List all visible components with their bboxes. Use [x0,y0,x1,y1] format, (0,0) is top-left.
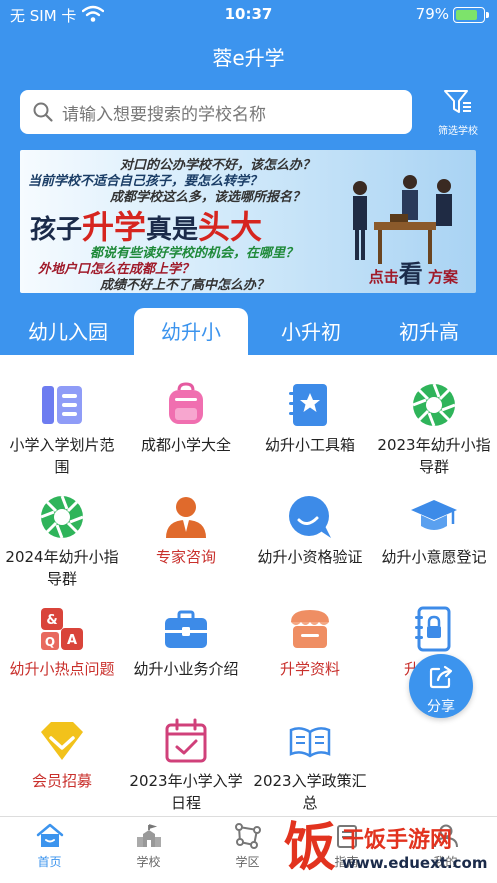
grid-item-2023-group[interactable]: 2023年幼升小指导群 [372,370,496,478]
tab-middle-entry[interactable]: 小升初 [254,308,368,356]
grid-label: 幼升小意愿登记 [381,548,487,566]
filter-button[interactable]: 筛选学校 [430,88,486,137]
open-book-icon [289,727,331,758]
filter-icon [444,90,471,113]
share-icon [429,665,453,689]
tabbar-home[interactable]: 首页 [0,823,99,870]
expert-person-icon [166,497,206,538]
grade-tabs: 幼儿入园 幼升小 小升初 初升高 [0,308,497,356]
grid-item-2024-group[interactable]: 2024年幼升小指导群 [0,482,124,590]
watermark-url: www.eduext.com [342,854,488,872]
grid-label: 2023入学政策汇总 [253,772,367,812]
filter-label: 筛选学校 [438,126,478,137]
grid-item-intent-register[interactable]: 幼升小意愿登记 [372,482,496,568]
watermark-title: 干饭手游网 [342,828,453,853]
grid-label: 幼升小工具箱 [264,436,355,454]
grid-item-hot-questions[interactable]: & Q A 幼升小热点问题 [0,594,124,680]
tabbar-label: 学区 [235,855,260,869]
home-icon [36,823,63,847]
tabbar-school[interactable]: 学校 [99,823,198,870]
calendar-check-icon [165,718,207,763]
grid-item-membership[interactable]: 会员招募 [0,706,124,792]
grid-item-policy[interactable]: 2023入学政策汇总 [248,706,372,814]
grid-label: 幼升小热点问题 [9,660,115,678]
grid-label: 小学入学划片范围 [9,436,115,476]
grid-item-toolbox[interactable]: 幼升小工具箱 [248,370,372,456]
qa-icon: & Q A [41,608,83,650]
backpack-icon [169,382,203,424]
grid-item-schedule[interactable]: 2023年小学入学日程 [124,706,248,814]
school-icon [136,824,161,847]
chat-bubble-icon [289,496,331,538]
storefront-icon [291,610,329,648]
district-icon [234,823,261,849]
grid-label: 升学资料 [279,660,340,678]
grid-item-primary-schools[interactable]: 成都小学大全 [124,370,248,456]
grid-item-business-intro[interactable]: 幼升小业务介绍 [124,594,248,680]
share-button[interactable]: 分享 [409,654,473,718]
banner-cta[interactable]: 点击看 方案 [369,254,458,289]
briefcase-icon [165,610,207,648]
share-label: 分享 [427,699,455,715]
site-watermark: 饭 干饭手游网 www.eduext.com [280,818,494,882]
graduation-cap-icon [411,500,457,530]
svg-text:A: A [67,633,77,648]
grid-label: 专家咨询 [155,548,216,566]
battery-icon [453,7,489,23]
document-list-icon [42,386,82,424]
watermark-logo: 饭 [283,818,336,878]
grid-label: 2024年幼升小指导群 [5,548,119,588]
grid-label: 2023年幼升小指导群 [377,436,491,476]
battery-percent: 79% [415,5,449,23]
tabbar-label: 学校 [136,855,161,869]
tab-primary-entry[interactable]: 幼升小 [134,308,248,356]
grid-label: 2023年小学入学日程 [129,772,243,812]
app-title: 蓉e升学 [212,46,285,70]
star-notebook-icon [289,384,327,426]
grid-item-qualification[interactable]: 幼升小资格验证 [248,482,372,568]
svg-text:&: & [46,613,57,628]
locked-book-icon [415,606,451,652]
grid-item-materials[interactable]: 升学资料 [248,594,372,680]
search-placeholder: 请输入想要搜索的学校名称 [62,104,266,125]
aperture-icon [412,383,456,427]
tabbar-label: 首页 [37,855,62,869]
search-bar[interactable]: 请输入想要搜索的学校名称 [20,90,412,134]
tab-kindergarten[interactable]: 幼儿入园 [8,308,128,356]
grid-label: 幼升小资格验证 [257,548,363,566]
search-icon [33,102,53,122]
grid-label: 幼升小业务介绍 [133,660,239,678]
grid-label: 成都小学大全 [140,436,231,454]
grid-item-district-range[interactable]: 小学入学划片范围 [0,370,124,478]
svg-text:Q: Q [45,635,55,649]
banner-line-6: 成绩不好上不了高中怎么办？ [100,278,270,293]
aperture-icon [40,495,84,539]
tab-high-entry[interactable]: 初升高 [370,308,488,356]
diamond-icon [41,722,83,760]
grid-item-expert-consult[interactable]: 专家咨询 [124,482,248,568]
promo-banner[interactable]: 对口的公办学校不好，该怎么办？ 当前学校不适合自己孩子，要怎么转学？ 成都学校这… [20,150,476,293]
grid-label: 会员招募 [31,772,92,790]
status-bar: 无 SIM 卡 10:37 79% [0,0,497,30]
